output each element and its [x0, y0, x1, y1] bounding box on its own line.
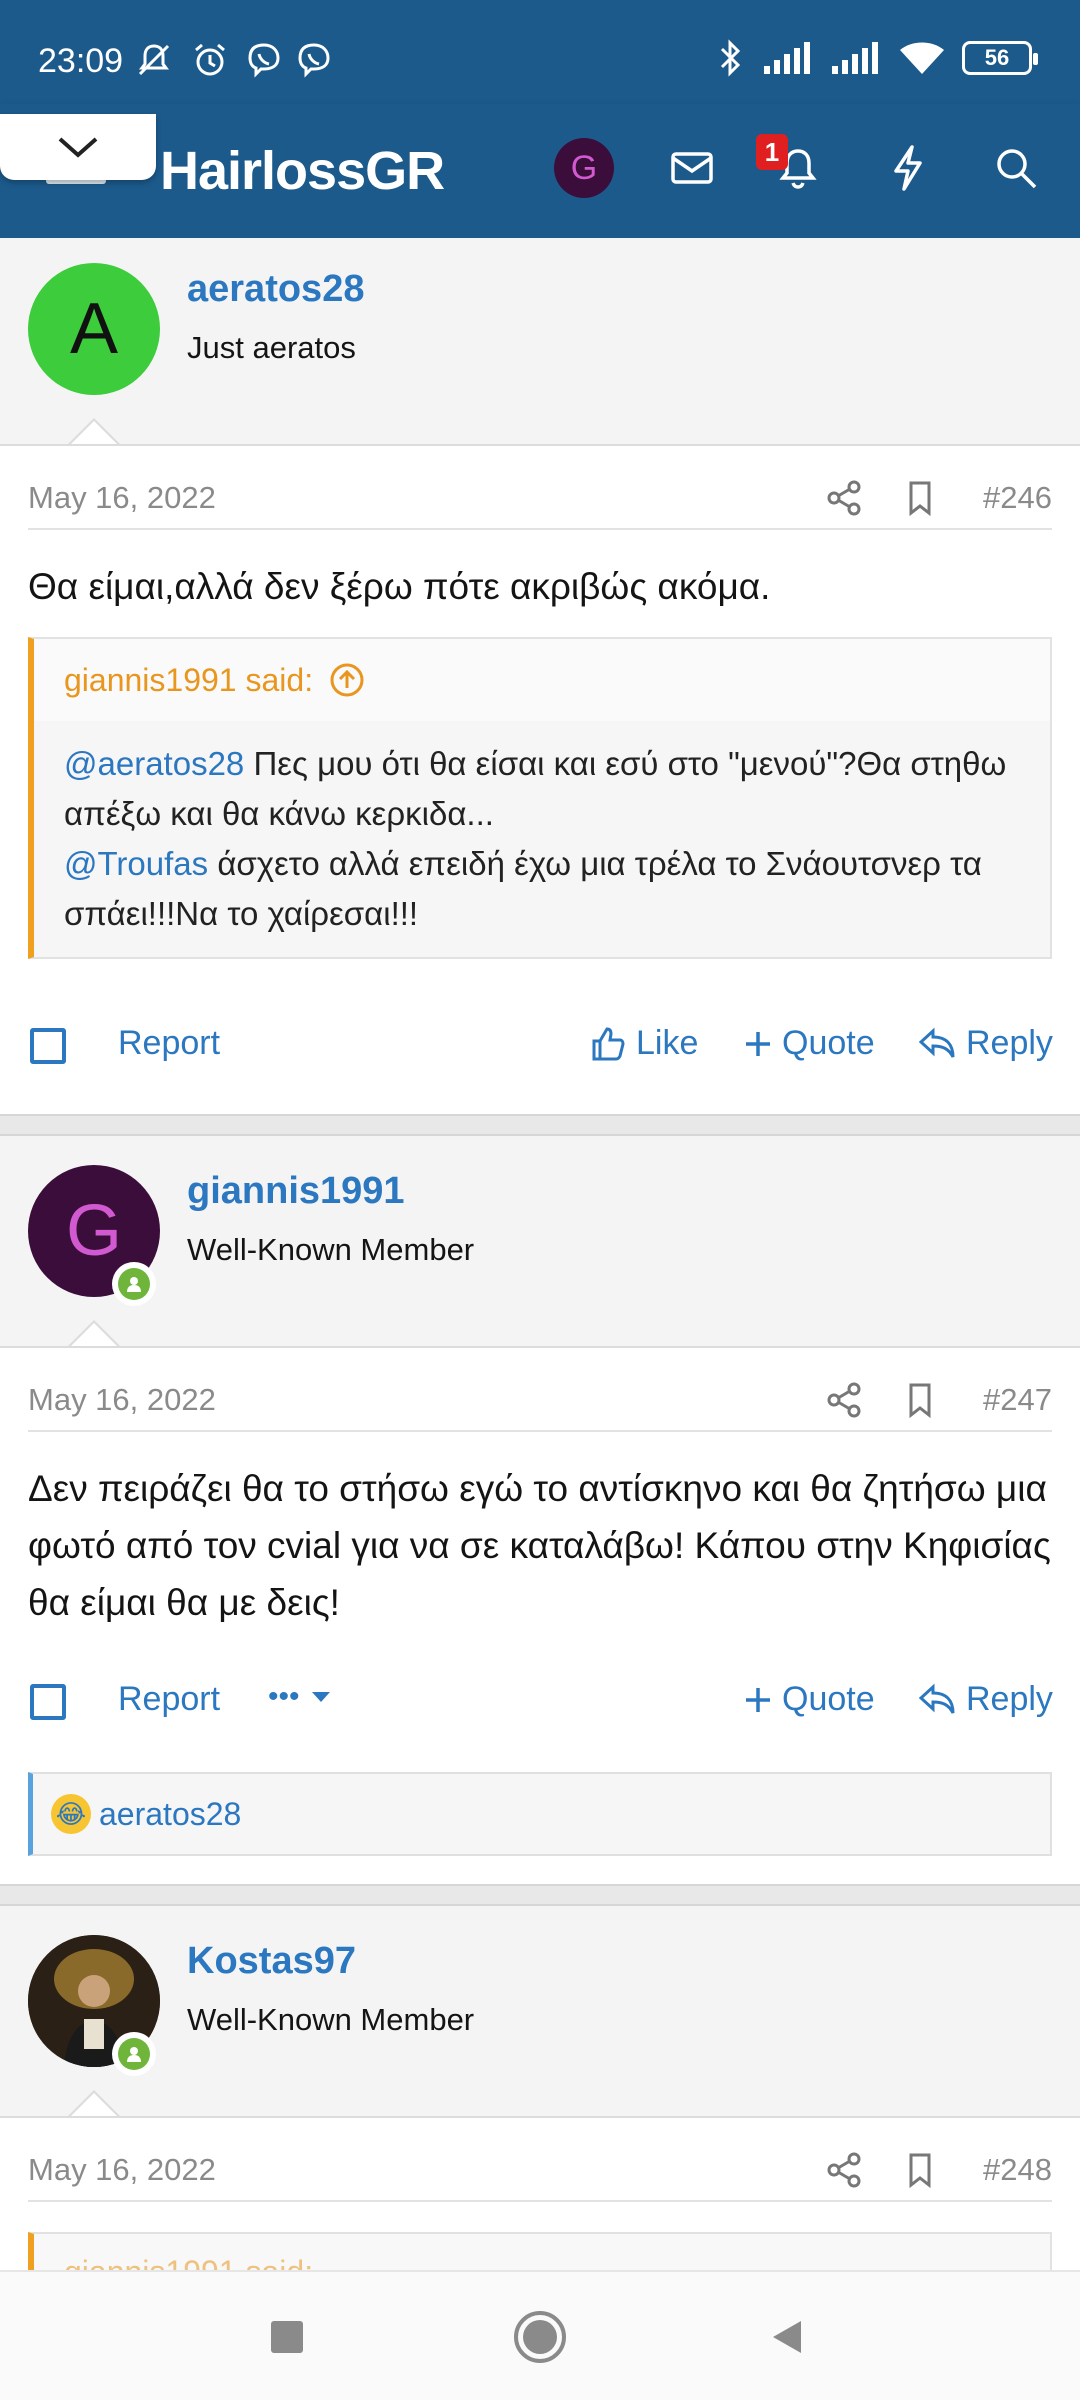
- reaction-users[interactable]: aeratos28: [99, 1796, 241, 1833]
- post-separator: [0, 1884, 1080, 1906]
- viber-icon: [298, 43, 330, 78]
- user-online-icon: [118, 1268, 150, 1300]
- reply-button[interactable]: Reply: [918, 1024, 1053, 1063]
- user-title: Well-Known Member: [187, 2002, 475, 2037]
- recents-button[interactable]: [254, 2304, 320, 2370]
- reply-arrow-icon: [918, 1683, 955, 1714]
- post-body: Δεν πειράζει θα το στήσω εγώ το αντίσκην…: [28, 1468, 1051, 1623]
- post-user-block: A aeratos28 Just aeratos: [0, 238, 1080, 445]
- post-number[interactable]: #248: [983, 2152, 1052, 2188]
- plus-icon: [746, 1031, 770, 1056]
- more-options-menu[interactable]: •••: [268, 1680, 332, 1714]
- quote-button[interactable]: Quote: [744, 1680, 875, 1719]
- user-title: Just aeratos: [187, 330, 356, 365]
- status-bar: 23:09 56: [0, 0, 1080, 104]
- account-avatar-button[interactable]: G: [554, 138, 614, 198]
- lightning-bolt-icon: [894, 145, 922, 191]
- home-button[interactable]: [507, 2304, 573, 2370]
- post-body: Θα είμαι,αλλά δεν ξέρω πότε ακριβώς ακόμ…: [28, 566, 771, 607]
- mute-notifications-icon: [138, 44, 170, 76]
- status-time: 23:09: [38, 42, 124, 80]
- alerts-badge: 1: [756, 134, 788, 170]
- post-date[interactable]: May 16, 2022: [28, 2152, 216, 2188]
- post-user-block: G giannis1991 Well-Known Member: [0, 1136, 1080, 1347]
- viber-icon: [248, 43, 280, 78]
- divider: [0, 1346, 1080, 1348]
- post-actions: Report Like Quote Reply: [28, 1014, 1053, 1074]
- username-link[interactable]: giannis1991: [187, 1170, 405, 1213]
- wifi-icon: [900, 42, 944, 74]
- quote-block: giannis1991 said: @aeratos28 Πες μου ότι…: [28, 637, 1052, 959]
- quote-header[interactable]: giannis1991 said:: [34, 639, 1050, 721]
- mention-link[interactable]: @Troufas: [64, 845, 208, 882]
- square-icon: [271, 2321, 303, 2353]
- divider: [0, 444, 1080, 446]
- bookmark-icon[interactable]: [900, 478, 940, 518]
- caret-down-icon: [311, 1692, 330, 1702]
- share-icon[interactable]: [824, 1380, 864, 1420]
- chevron-down-icon: [58, 137, 98, 158]
- user-online-icon: [118, 2038, 150, 2070]
- post-date[interactable]: May 16, 2022: [28, 480, 216, 516]
- collapse-toggle-button[interactable]: [0, 114, 156, 180]
- alarm-icon: [195, 43, 225, 76]
- envelope-icon: [671, 152, 713, 184]
- post-pointer: [70, 2093, 118, 2117]
- post-pointer: [70, 1323, 118, 1347]
- online-status-badge: [112, 1262, 156, 1306]
- share-icon[interactable]: [824, 2150, 864, 2190]
- back-button[interactable]: [754, 2304, 820, 2370]
- whats-new-button[interactable]: [880, 140, 936, 196]
- signal-icon: [832, 42, 878, 74]
- back-triangle-icon: [773, 2321, 801, 2353]
- reactions-bar[interactable]: 😂 aeratos28: [28, 1772, 1052, 1856]
- bookmark-icon[interactable]: [900, 1380, 940, 1420]
- bookmark-icon[interactable]: [900, 2150, 940, 2190]
- search-icon: [997, 149, 1037, 189]
- like-button[interactable]: Like: [590, 1024, 698, 1063]
- thumbs-up-icon: [592, 1026, 625, 1060]
- post-user-block: Kostas97 Well-Known Member: [0, 1906, 1080, 2117]
- system-navigation-bar: [0, 2270, 1080, 2400]
- site-logo[interactable]: HairlossGR: [160, 140, 445, 202]
- username-link[interactable]: aeratos28: [187, 268, 364, 311]
- select-post-checkbox[interactable]: [30, 1028, 66, 1064]
- avatar[interactable]: A: [28, 263, 160, 395]
- post-meta: May 16, 2022 #247: [28, 1362, 1052, 1432]
- laughing-emoji-icon: 😂: [51, 1794, 91, 1834]
- reply-button[interactable]: Reply: [918, 1680, 1053, 1719]
- online-status-badge: [112, 2032, 156, 2076]
- report-link[interactable]: Report: [118, 1680, 220, 1719]
- user-title: Well-Known Member: [187, 1232, 475, 1267]
- battery-indicator: 56: [962, 41, 1038, 75]
- share-icon[interactable]: [824, 478, 864, 518]
- signal-icon: [764, 42, 810, 74]
- reply-arrow-icon: [918, 1027, 955, 1058]
- search-button[interactable]: [988, 140, 1044, 196]
- quote-author: giannis1991 said:: [64, 661, 314, 698]
- select-post-checkbox[interactable]: [30, 1684, 66, 1720]
- home-circle-icon: [514, 2311, 566, 2363]
- post-actions: Report ••• Quote Reply: [28, 1670, 1053, 1730]
- report-link[interactable]: Report: [118, 1024, 220, 1063]
- post-pointer: [70, 421, 118, 445]
- quote-body: @aeratos28 Πες μου ότι θα είσαι και εσύ …: [64, 745, 1007, 932]
- arrow-up-circle-icon: [330, 663, 364, 697]
- inbox-button[interactable]: [664, 140, 720, 196]
- bluetooth-icon: [720, 39, 741, 77]
- post-number[interactable]: #247: [983, 1382, 1052, 1418]
- post-separator: [0, 1114, 1080, 1136]
- mention-link[interactable]: @aeratos28: [64, 745, 244, 782]
- post-meta: May 16, 2022 #248: [28, 2132, 1052, 2202]
- post-meta: May 16, 2022 #246: [28, 460, 1052, 530]
- username-link[interactable]: Kostas97: [187, 1940, 356, 1983]
- plus-icon: [746, 1687, 770, 1712]
- quote-button[interactable]: Quote: [744, 1024, 875, 1063]
- post-number[interactable]: #246: [983, 480, 1052, 516]
- more-options-icon: •••: [268, 1680, 300, 1713]
- post-date[interactable]: May 16, 2022: [28, 1382, 216, 1418]
- divider: [0, 2116, 1080, 2118]
